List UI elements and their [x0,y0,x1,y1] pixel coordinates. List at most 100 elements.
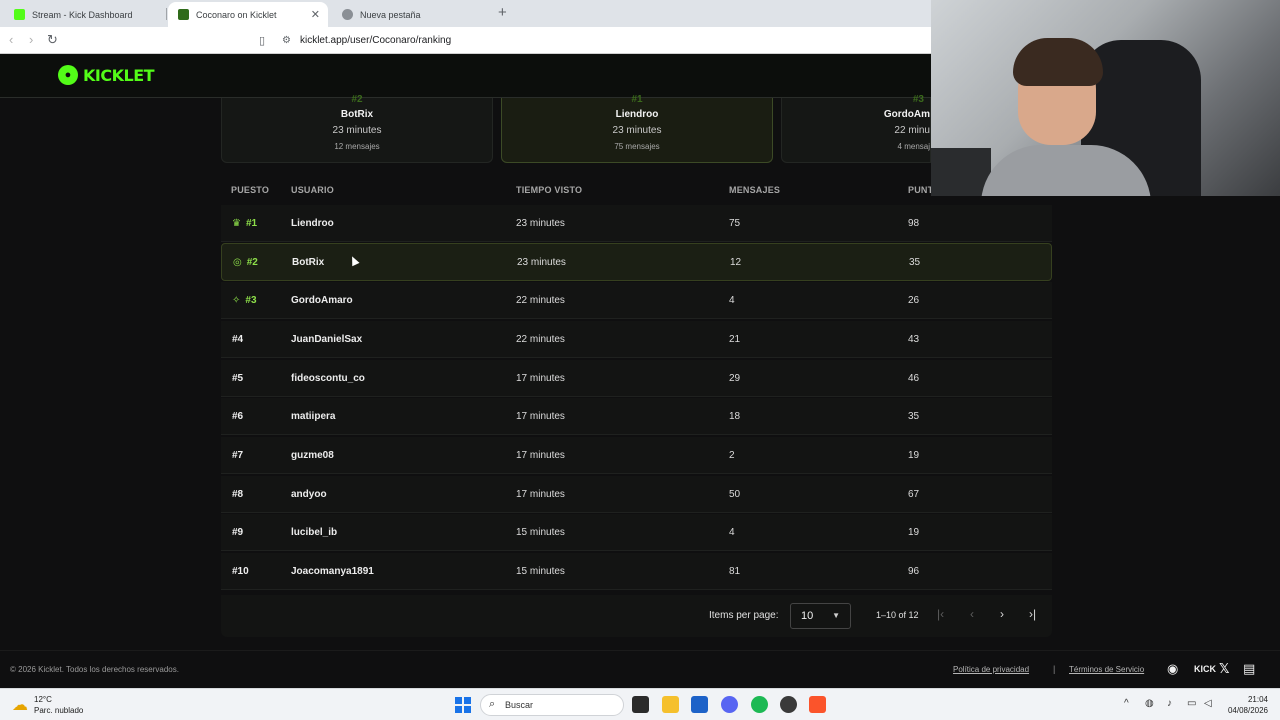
back-arrow-icon[interactable]: ‹ [9,32,13,47]
row-user: BotRix [292,257,325,268]
row-messages: 29 [729,373,741,384]
items-per-page-select[interactable]: 10 ▼ [790,603,851,629]
row-messages: 81 [729,566,741,577]
document-icon[interactable]: ▤ [1243,661,1255,677]
table-row[interactable]: #9 lucibel_ib 15 minutes 4 19 [221,514,1052,551]
row-messages: 4 [729,527,735,538]
table-row[interactable]: #10 Joacomanya1891 15 minutes 81 96 [221,553,1052,590]
weather-condition: Parc. nublado [34,706,84,715]
row-time: 22 minutes [516,295,565,306]
row-messages: 75 [729,218,741,229]
table-row[interactable]: ◎ #2 BotRix 23 minutes 12 35 [221,243,1052,281]
site-info-icon[interactable]: ⚙ [282,35,291,46]
row-points: 19 [908,527,920,538]
row-rank: #6 [232,411,244,422]
table-row[interactable]: #7 guzme08 17 minutes 2 19 [221,437,1052,474]
row-time: 15 minutes [516,566,565,577]
tab-kicklet[interactable]: Coconaro on Kicklet ✕ [168,2,328,27]
row-messages: 12 [730,257,742,268]
table-row[interactable]: #6 matiipera 17 minutes 18 35 [221,398,1052,435]
microphone-icon[interactable]: ♪ [1167,698,1172,709]
podium-messages: 12 mensajes [334,142,380,151]
medal-icon: ◎ [233,257,242,268]
row-rank: ♛ #1 [232,205,257,242]
network-icon[interactable]: ◍ [1145,698,1154,709]
row-time: 17 minutes [516,411,565,422]
podium-name: BotRix [340,109,374,120]
webcam-overlay [931,0,1280,196]
close-tab-icon[interactable]: ✕ [311,8,320,21]
weather-temp: 12°C [34,695,52,704]
weather-widget[interactable]: ☁ 12°C Parc. nublado [12,694,83,716]
clock-time: 21:04 [1247,695,1268,704]
row-rank: #7 [232,450,244,461]
privacy-link[interactable]: Política de privacidad [953,665,1029,674]
brave-browser-icon[interactable] [809,696,826,713]
x-twitter-icon[interactable]: 𝕏 [1219,661,1229,677]
discord-icon[interactable]: ◉ [1167,661,1178,677]
podium-rank: #3 [912,94,924,105]
tab-title: Stream - Kick Dashboard [32,9,133,20]
last-page-icon[interactable]: ›| [1029,607,1036,621]
table-row[interactable]: #4 JuanDanielSax 22 minutes 21 43 [221,321,1052,358]
display-icon[interactable]: ▭ [1187,698,1196,709]
windows-start-icon[interactable] [455,697,471,713]
row-rank: ◎ #2 [233,244,258,281]
header-points: PUNT [908,185,934,195]
next-page-icon[interactable]: › [1000,607,1004,621]
prev-page-icon[interactable]: ‹ [970,607,974,621]
row-points: 96 [908,566,920,577]
kick-link-icon[interactable]: KICK [1194,664,1216,674]
row-points: 35 [908,411,920,422]
row-rank: #4 [232,334,244,345]
volume-icon[interactable]: ◁ [1204,698,1212,709]
tab-title: Coconaro on Kicklet [196,9,277,20]
tab-new[interactable]: Nueva pestaña [332,2,492,27]
footer-separator: | [1053,664,1056,674]
kicklet-favicon-icon [178,9,189,20]
system-clock[interactable]: 21:04 04/08/2026 [1222,694,1268,716]
address-field[interactable]: ⚙ kicklet.app/user/Coconaro/ranking [282,31,451,50]
tab-kick-dashboard[interactable]: Stream - Kick Dashboard [4,2,164,27]
new-tab-plus-icon[interactable]: + [498,4,507,21]
taskbar-search[interactable]: ⌕ Buscar [480,694,624,716]
shield-icon [342,9,353,20]
row-points: 19 [908,450,920,461]
row-user: andyoo [291,489,327,500]
row-time: 17 minutes [516,373,565,384]
row-rank: ✧ #3 [232,282,257,319]
table-row[interactable]: #8 andyoo 17 minutes 50 67 [221,476,1052,513]
items-per-page-value: 10 [801,610,814,622]
store-icon[interactable] [691,696,708,713]
kick-favicon-icon [14,9,25,20]
reload-icon[interactable]: ↻ [47,32,58,48]
first-page-icon[interactable]: |‹ [937,607,944,621]
table-row[interactable]: ♛ #1 Liendroo 23 minutes 75 98 [221,205,1052,242]
row-user: Joacomanya1891 [291,566,374,577]
discord-taskbar-icon[interactable] [721,696,738,713]
table-row[interactable]: #5 fideoscontu_co 17 minutes 29 46 [221,360,1052,397]
spotify-icon[interactable] [751,696,768,713]
row-points: 98 [908,218,920,229]
kicklet-logo[interactable]: ● KICKLET [58,65,155,85]
row-user: Liendroo [291,218,334,229]
header-messages: MENSAJES [729,185,781,195]
row-time: 23 minutes [517,257,566,268]
header-rank: PUESTO [231,185,270,195]
row-points: 46 [908,373,920,384]
podium-rank: #2 [351,94,363,105]
forward-arrow-icon[interactable]: › [29,32,33,47]
table-row[interactable]: ✧ #3 GordoAmaro 22 minutes 4 26 [221,282,1052,319]
items-per-page-label: Items per page: [709,610,779,621]
file-explorer-icon[interactable] [662,696,679,713]
terms-link[interactable]: Términos de Servicio [1069,665,1144,674]
task-view-icon[interactable] [632,696,649,713]
obs-icon[interactable] [780,696,797,713]
row-time: 22 minutes [516,334,565,345]
podium-rank: #1 [631,94,643,105]
bookmark-icon[interactable]: ▯ [259,34,265,47]
row-messages: 4 [729,295,735,306]
tray-chevron-icon[interactable]: ^ [1124,698,1129,709]
header-user: USUARIO [291,185,334,195]
row-rank: #10 [232,566,249,577]
